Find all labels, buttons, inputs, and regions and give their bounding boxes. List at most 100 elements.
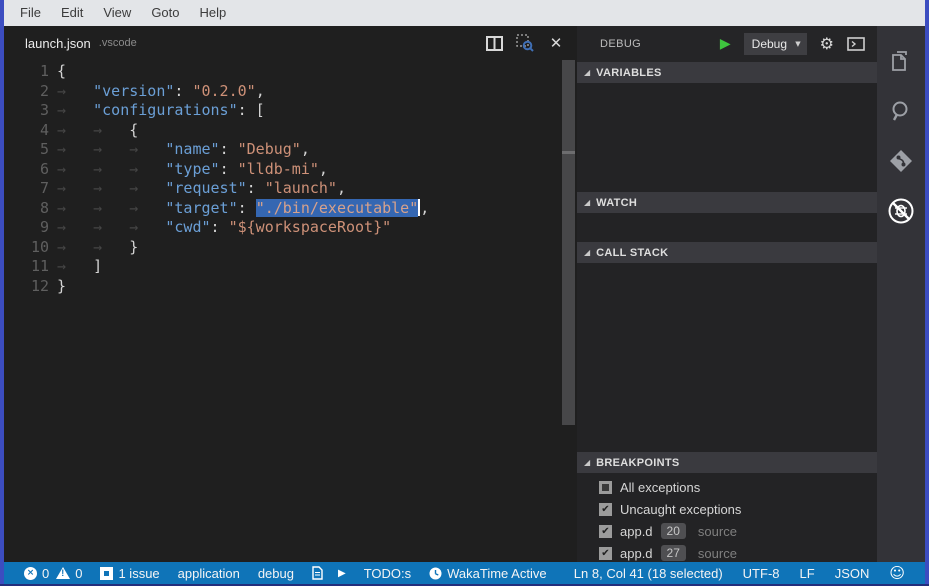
code-token: , — [420, 199, 429, 217]
code-line-content: → "version": "0.2.0", — [57, 82, 265, 102]
preview-search-button[interactable] — [516, 34, 534, 52]
code-token: , — [337, 179, 346, 197]
breakpoint-item[interactable]: ✔app.d20source — [577, 520, 877, 542]
section-label: CALL STACK — [596, 247, 668, 259]
editor-scrollbar — [562, 60, 575, 425]
error-count[interactable]: × 0 — [24, 566, 49, 581]
section-header-variables[interactable]: ◢ VARIABLES — [577, 62, 877, 83]
breakpoint-checkbox[interactable] — [599, 481, 612, 494]
code-token: "launch" — [265, 179, 337, 197]
open-debug-console-button[interactable] — [847, 37, 865, 51]
issues-status[interactable]: 1 issue — [100, 566, 159, 581]
section-header-breakpoints[interactable]: ◢ BREAKPOINTS — [577, 452, 877, 473]
code-line[interactable]: 3→ "configurations": [ — [4, 101, 577, 121]
run-task-button[interactable]: ▶ — [338, 568, 346, 579]
debug-config-dropdown[interactable]: Debug ▼ — [744, 33, 807, 55]
breakpoint-origin: source — [698, 546, 737, 561]
breakpoint-checkbox[interactable]: ✔ — [599, 503, 612, 516]
line-number[interactable]: 9 — [4, 218, 49, 238]
line-number-badge: 20 — [661, 523, 686, 539]
error-count-value: 0 — [42, 566, 49, 581]
code-line[interactable]: 11 → ] — [4, 257, 577, 277]
debug-no-bug-icon — [886, 196, 916, 226]
code-token: "Debug" — [238, 140, 301, 158]
line-number[interactable]: 12 — [4, 277, 49, 297]
eol-selector[interactable]: LF — [800, 566, 815, 581]
line-number-badge: 27 — [661, 545, 686, 561]
code-line[interactable]: 1{ — [4, 62, 577, 82]
scrollbar-thumb[interactable] — [562, 154, 575, 425]
issues-label: 1 issue — [118, 566, 159, 581]
wakatime-status[interactable]: WakaTime Active — [429, 566, 546, 581]
issues-icon — [100, 567, 113, 580]
code-line[interactable]: 8→ → → "target": "./bin/executable", — [4, 199, 577, 219]
line-number[interactable]: 7 — [4, 179, 49, 199]
close-editor-button[interactable]: ✕ — [547, 34, 565, 52]
code-line[interactable]: 2 → "version": "0.2.0", — [4, 82, 577, 102]
cursor-position-label: Ln 8, Col 41 (18 selected) — [574, 566, 723, 581]
breakpoint-checkbox[interactable]: ✔ — [599, 525, 612, 538]
breakpoint-origin: source — [698, 524, 737, 539]
breakpoint-item[interactable]: ✔Uncaught exceptions — [577, 498, 877, 520]
section-header-call-stack[interactable]: ◢ CALL STACK — [577, 242, 877, 263]
breakpoint-checkbox[interactable]: ✔ — [599, 547, 612, 560]
line-number[interactable]: 8 — [4, 199, 49, 219]
line-number[interactable]: 10 — [4, 238, 49, 258]
menu-item-file[interactable]: File — [10, 0, 51, 26]
line-number[interactable]: 1 — [4, 62, 49, 82]
line-number[interactable]: 4 — [4, 121, 49, 141]
encoding-selector[interactable]: UTF-8 — [743, 566, 780, 581]
line-number[interactable]: 2 — [4, 82, 49, 102]
language-selector[interactable]: JSON — [835, 566, 870, 581]
code-token: → — [57, 82, 93, 100]
configure-gear-button[interactable]: ⚙ — [820, 36, 834, 52]
menu-item-help[interactable]: Help — [190, 0, 237, 26]
tab-bar: launch.json .vscode ✕ — [4, 26, 577, 60]
code-token: , — [301, 140, 310, 158]
task-debug[interactable]: debug — [258, 566, 294, 581]
breakpoint-item[interactable]: ✔app.d27source — [577, 542, 877, 564]
scrollbar-thumb[interactable] — [562, 60, 575, 151]
activity-source-control-button[interactable] — [877, 136, 925, 186]
menu-item-edit[interactable]: Edit — [51, 0, 93, 26]
task-application[interactable]: application — [178, 566, 240, 581]
code-editor[interactable]: 1{2 → "version": "0.2.0",3→ "configuratio… — [4, 60, 577, 562]
code-token: "lldb-mi" — [238, 160, 319, 178]
line-number[interactable]: 6 — [4, 160, 49, 180]
split-editor-button[interactable] — [485, 34, 503, 52]
task-debug-label: debug — [258, 566, 294, 581]
line-number[interactable]: 11 — [4, 257, 49, 277]
code-token: , — [256, 82, 265, 100]
todo-status[interactable]: TODO:s — [364, 566, 411, 581]
code-line[interactable]: 4→ → { — [4, 121, 577, 141]
code-line[interactable]: 5→ → → "name": "Debug", — [4, 140, 577, 160]
menu-item-goto[interactable]: Goto — [141, 0, 189, 26]
warning-count[interactable]: 0 — [56, 566, 82, 581]
breakpoint-item[interactable]: All exceptions — [577, 476, 877, 498]
cursor-position[interactable]: Ln 8, Col 41 (18 selected) — [574, 566, 723, 581]
search-icon — [888, 98, 914, 124]
line-number[interactable]: 5 — [4, 140, 49, 160]
code-line[interactable]: 12} — [4, 277, 577, 297]
code-line[interactable]: 10→ → } — [4, 238, 577, 258]
code-line[interactable]: 9 → → → "cwd": "${workspaceRoot}" — [4, 218, 577, 238]
start-debug-button[interactable]: ▶ — [720, 37, 731, 51]
code-line-content: → → → "cwd": "${workspaceRoot}" — [57, 218, 391, 238]
activity-search-button[interactable] — [877, 86, 925, 136]
code-line[interactable]: 7→ → → "request": "launch", — [4, 179, 577, 199]
feedback-button[interactable]: ☺ — [889, 564, 905, 582]
vscode-window: FileEditViewGotoHelp launch.json .vscode — [0, 0, 929, 586]
code-line-content: → ] — [57, 257, 102, 277]
tab-title[interactable]: launch.json — [25, 36, 91, 51]
status-bar-right: Ln 8, Col 41 (18 selected) UTF-8 LF JSON… — [574, 564, 905, 582]
window-border-left — [0, 0, 4, 586]
code-line[interactable]: 6→ → → "type": "lldb-mi", — [4, 160, 577, 180]
code-token: "target" — [165, 199, 237, 217]
document-status-button[interactable] — [312, 566, 323, 580]
code-token: → → → — [57, 179, 165, 197]
menu-item-view[interactable]: View — [93, 0, 141, 26]
section-header-watch[interactable]: ◢ WATCH — [577, 192, 877, 213]
line-number[interactable]: 3 — [4, 101, 49, 121]
activity-explorer-button[interactable] — [877, 36, 925, 86]
activity-debug-button-active[interactable] — [877, 186, 925, 236]
